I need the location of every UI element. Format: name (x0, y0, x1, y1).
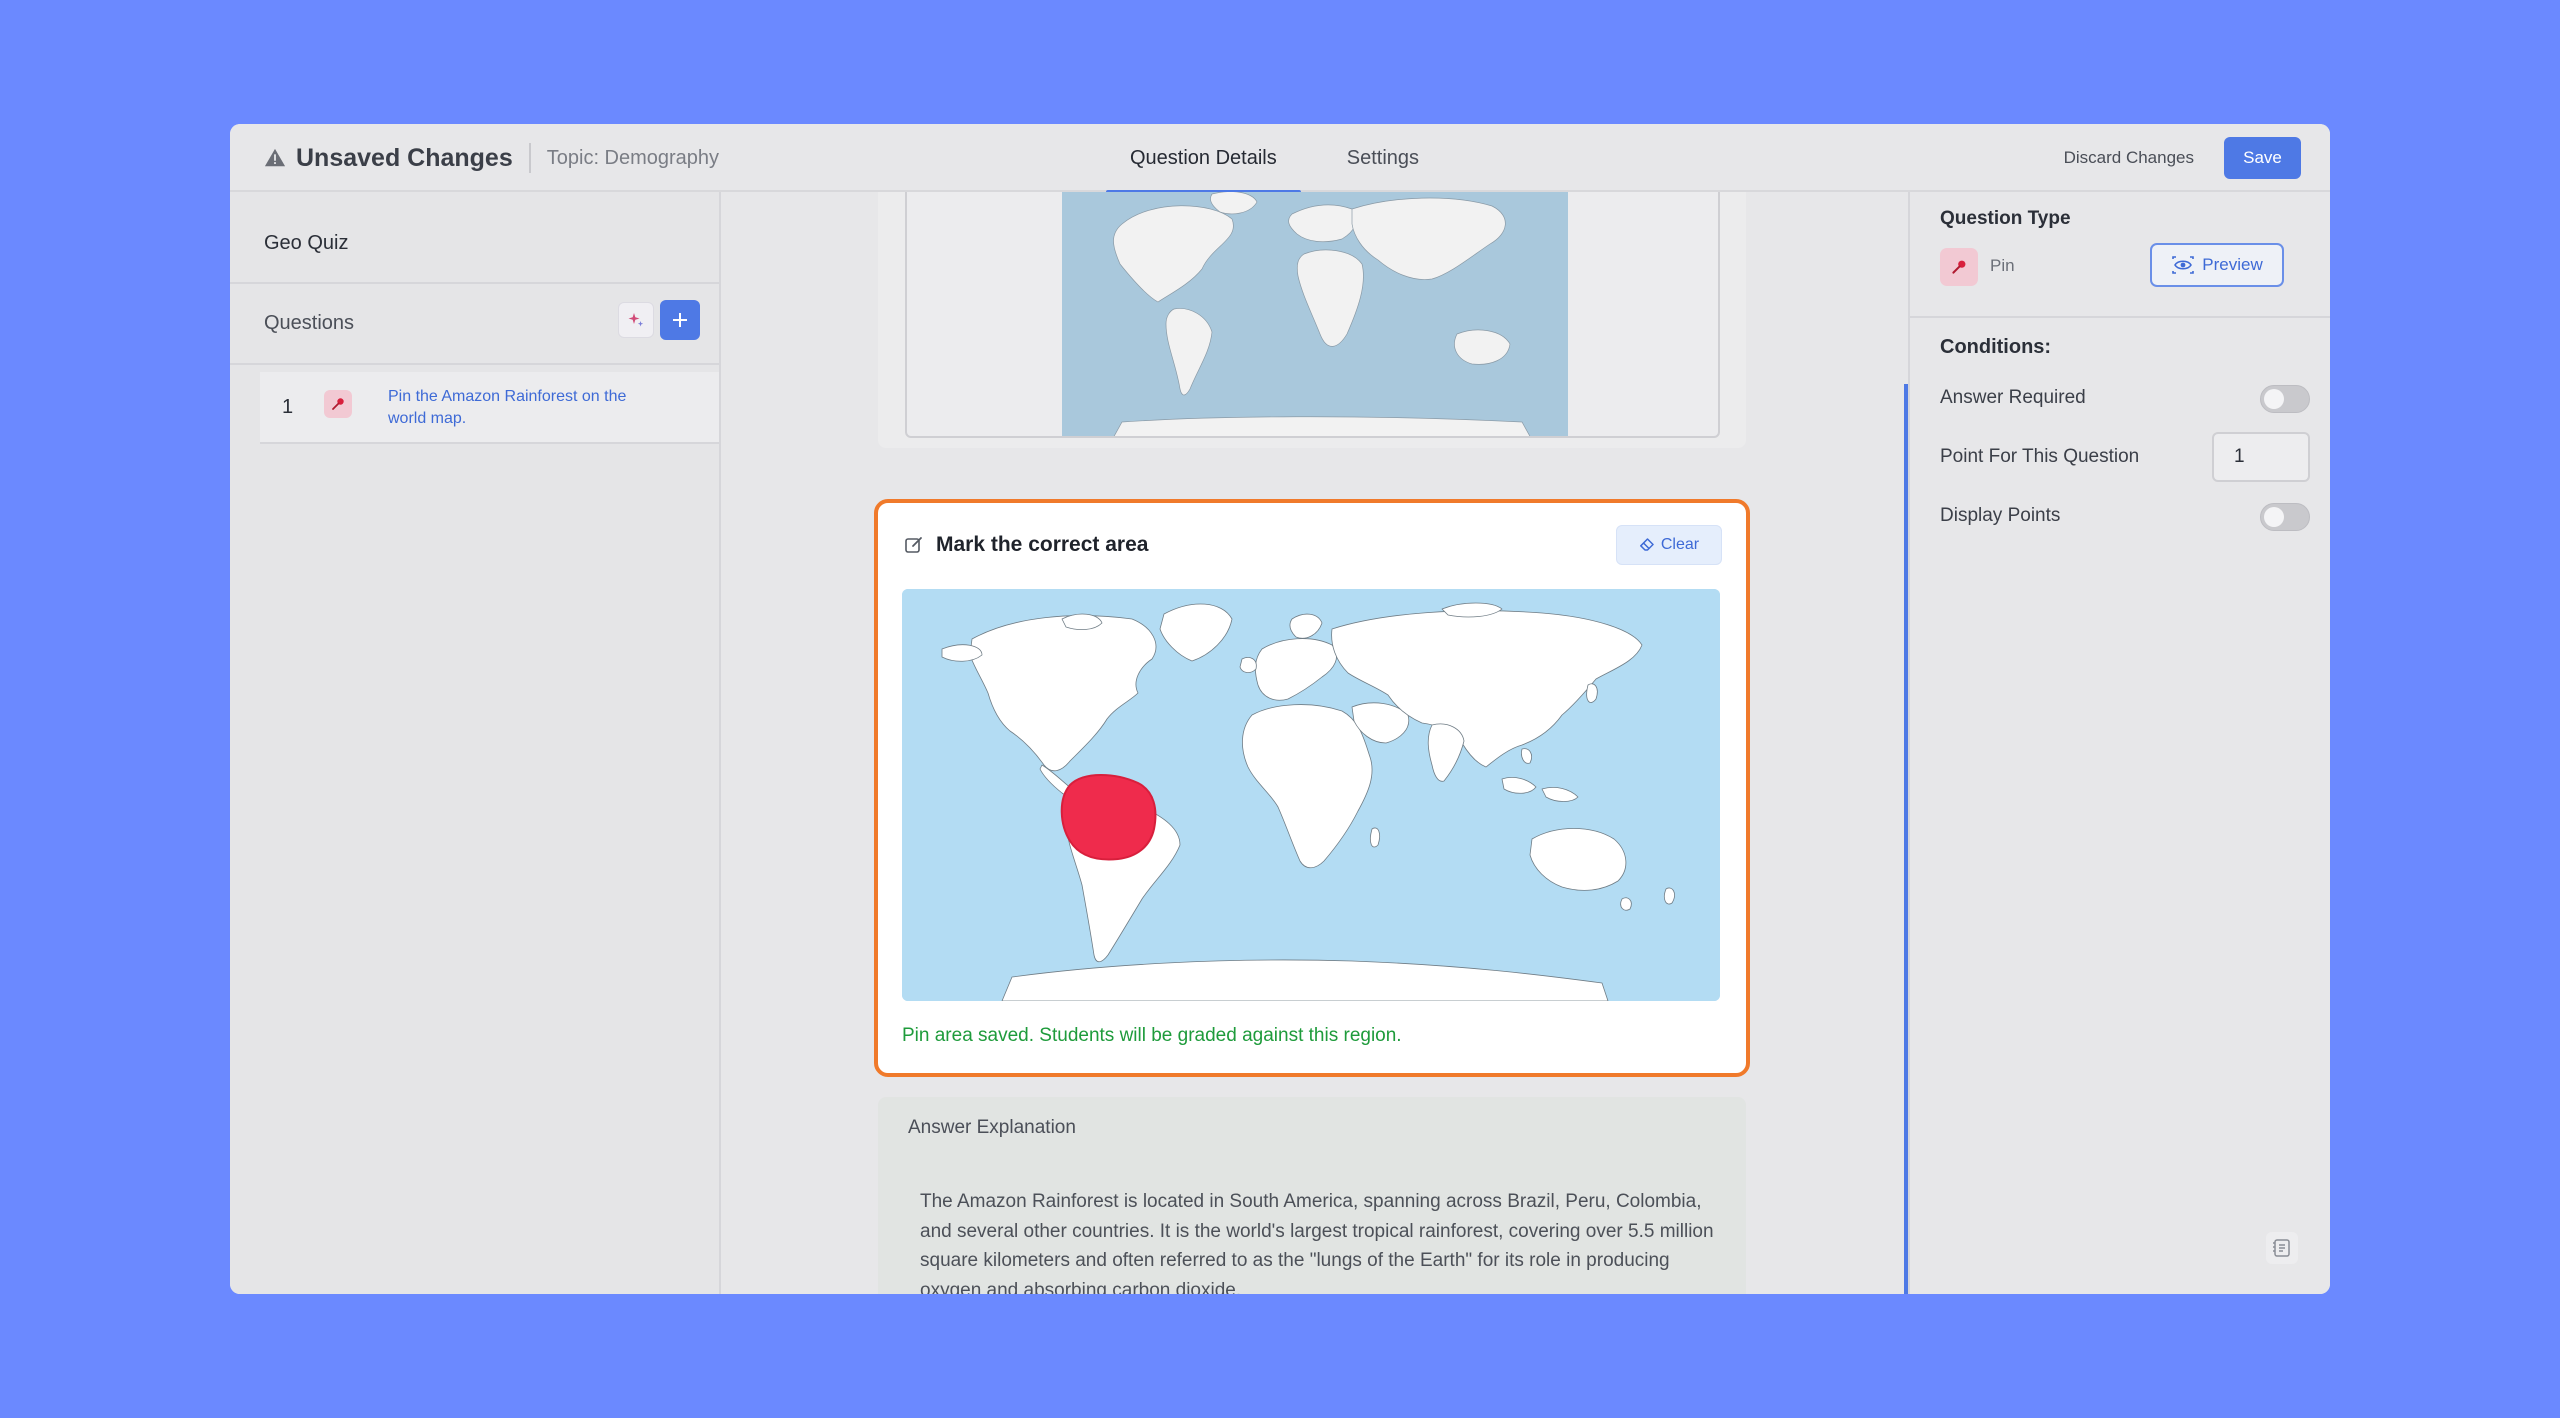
preview-button[interactable]: Preview (2150, 243, 2284, 287)
title-divider (528, 143, 531, 173)
points-label: Point For This Question (1940, 446, 2140, 467)
question-list-item[interactable]: 1 Pin the Amazon Rainforest on the world… (260, 372, 719, 444)
world-map-preview (1062, 192, 1568, 436)
answer-explanation-card: Answer Explanation The Amazon Rainforest… (878, 1097, 1746, 1294)
notes-icon (2273, 1239, 2290, 1257)
eraser-icon (1639, 538, 1654, 551)
explanation-label: Answer Explanation (908, 1117, 1076, 1138)
question-type-label: Question Type (1940, 208, 2071, 229)
page-title: Unsaved Changes (296, 143, 513, 172)
question-number: 1 (282, 396, 294, 418)
clear-button[interactable]: Clear (1616, 525, 1722, 565)
question-map-card (878, 192, 1746, 448)
display-points-toggle[interactable] (2260, 503, 2310, 531)
questions-header: Questions (264, 312, 355, 334)
preview-label: Preview (2202, 255, 2263, 274)
header-actions: Discard Changes Save (2064, 137, 2301, 179)
success-message: Pin area saved. Students will be graded … (902, 1025, 1402, 1046)
mark-area-card: Mark the correct area Clear Pin area sav… (874, 499, 1750, 1077)
world-map-canvas[interactable] (902, 589, 1720, 1001)
display-points-row: Display Points (1940, 497, 2310, 537)
answer-required-row: Answer Required (1940, 379, 2310, 419)
divider (1910, 316, 2330, 318)
warning-triangle-icon (264, 148, 286, 167)
map-preview-frame (905, 192, 1720, 438)
card-title: Mark the correct area (936, 533, 1149, 556)
tab-settings[interactable]: Settings (1323, 124, 1443, 192)
discard-changes-button[interactable]: Discard Changes (2064, 148, 2194, 168)
question-type-value: Pin (1990, 256, 2015, 275)
tab-bar: Question Details Settings (1106, 124, 1443, 194)
save-button[interactable]: Save (2224, 137, 2301, 179)
pin-icon (324, 390, 352, 418)
answer-required-toggle[interactable] (2260, 385, 2310, 413)
sidebar: Geo Quiz Questions 1 Pin the Amazon Rain… (230, 192, 721, 1294)
explanation-text[interactable]: The Amazon Rainforest is located in Sout… (920, 1187, 1720, 1294)
conditions-title: Conditions: (1940, 336, 2052, 358)
ai-generate-button[interactable] (618, 302, 654, 338)
right-panel: Question Type Pin Preview Conditions: An… (1908, 192, 2330, 1294)
edit-icon (905, 537, 922, 553)
points-input[interactable] (2212, 432, 2310, 482)
divider (230, 282, 719, 284)
sparkle-icon (628, 313, 644, 327)
answer-required-label: Answer Required (1940, 387, 2086, 408)
tab-question-details[interactable]: Question Details (1106, 124, 1301, 194)
top-bar: Unsaved Changes Topic: Demography Questi… (230, 124, 2330, 194)
clear-label: Clear (1660, 536, 1700, 553)
eye-icon (2172, 256, 2195, 274)
header-status: Unsaved Changes Topic: Demography (264, 142, 719, 174)
pin-icon (1940, 248, 1978, 286)
divider (230, 363, 719, 365)
add-question-button[interactable] (660, 300, 700, 340)
question-title: Pin the Amazon Rainforest on the world m… (388, 388, 627, 427)
pin-area-region (1060, 774, 1157, 861)
topic-label: Topic: Demography (546, 146, 720, 169)
quiz-name: Geo Quiz (264, 232, 349, 254)
notes-button[interactable] (2266, 1232, 2298, 1264)
world-map[interactable] (902, 589, 1720, 1001)
app-window: Unsaved Changes Topic: Demography Questi… (230, 124, 2330, 1294)
plus-icon (673, 313, 687, 327)
points-row: Point For This Question (1940, 432, 2310, 482)
display-points-label: Display Points (1940, 505, 2061, 526)
